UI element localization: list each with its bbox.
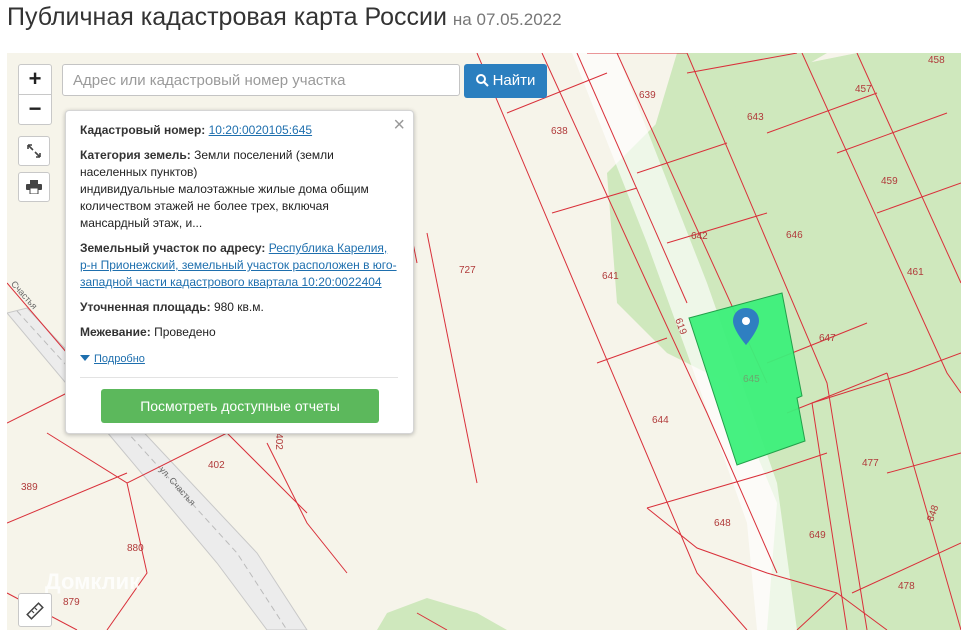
zoom-out-button[interactable]: − [19,94,51,124]
parcel-label: 647 [819,333,836,344]
parcel-label: 457 [855,84,872,95]
zoom-control: + − [18,64,52,125]
parcel-info-popup: × Кадастровый номер: 10:20:0020105:645 К… [65,110,414,434]
area-row: Уточненная площадь: 980 кв.м. [80,299,398,316]
page-title-text: Публичная кадастровая карта России [7,3,447,31]
address-row: Земельный участок по адресу: Республика … [80,240,398,291]
fullscreen-button[interactable] [18,136,50,166]
parcel-label: 727 [459,265,476,276]
find-button-label: Найти [492,72,536,89]
cadastral-map[interactable]: 458 457 639 643 638 459 642 646 461 727 … [7,53,961,630]
survey-row: Межевание: Проведено [80,324,398,341]
popup-divider [80,377,398,378]
parcel-label: 477 [862,458,879,469]
print-button[interactable] [18,172,50,202]
forest-area-3 [377,598,507,630]
parcel-label: 649 [809,530,826,541]
details-link[interactable]: Подробно [94,353,145,365]
domclick-watermark: Домклик [45,569,141,594]
parcel-label: 879 [63,597,80,608]
parcel-label: 645 [743,374,760,385]
address-label: Земельный участок по адресу: [80,241,266,255]
print-icon [26,179,42,195]
page-title: Публичная кадастровая карта России на 07.… [7,3,562,39]
ruler-button[interactable] [18,593,52,627]
parcel-label: 458 [928,55,945,66]
caret-down-icon [80,355,90,361]
parcel-label: 638 [551,126,568,137]
search-input[interactable] [62,64,460,96]
area-label: Уточненная площадь: [80,300,211,314]
parcel-label: 643 [747,112,764,123]
find-button[interactable]: Найти [464,64,547,98]
parcel-label: 459 [881,176,898,187]
cadastral-number-row: Кадастровый номер: 10:20:0020105:645 [80,122,398,139]
cadastral-number-label: Кадастровый номер: [80,123,206,137]
parcel-label: 642 [691,231,708,242]
parcel-label: 639 [639,90,656,101]
parcel-label: 648 [714,518,731,529]
parcel-label: 646 [786,230,803,241]
parcel-label: 644 [652,415,669,426]
cadastral-number-link[interactable]: 10:20:0020105:645 [209,123,312,137]
expand-icon [27,143,41,158]
parcel-label: 402 [272,433,284,450]
zoom-in-button[interactable]: + [19,65,51,94]
search-icon [475,74,489,87]
parcel-label: 880 [127,543,144,554]
parcel-label: 461 [907,267,924,278]
land-category-row: Категория земель: Земли поселений (земли… [80,147,398,232]
parcel-label: 641 [602,271,619,282]
land-category-label: Категория земель: [80,148,191,162]
parcel-label: 478 [898,581,915,592]
map-date: на 07.05.2022 [452,10,562,29]
land-usage-value: индивидуальные малоэтажные жилые дома об… [80,182,369,230]
parcel-label: 389 [21,482,38,493]
details-toggle[interactable]: Подробно [80,350,398,368]
view-reports-button[interactable]: Посмотреть доступные отчеты [101,389,379,423]
survey-label: Межевание: [80,325,151,339]
parcel-label: 402 [208,460,225,471]
survey-value: Проведено [154,325,216,339]
area-value: 980 кв.м. [213,300,264,314]
ruler-icon [26,601,44,620]
